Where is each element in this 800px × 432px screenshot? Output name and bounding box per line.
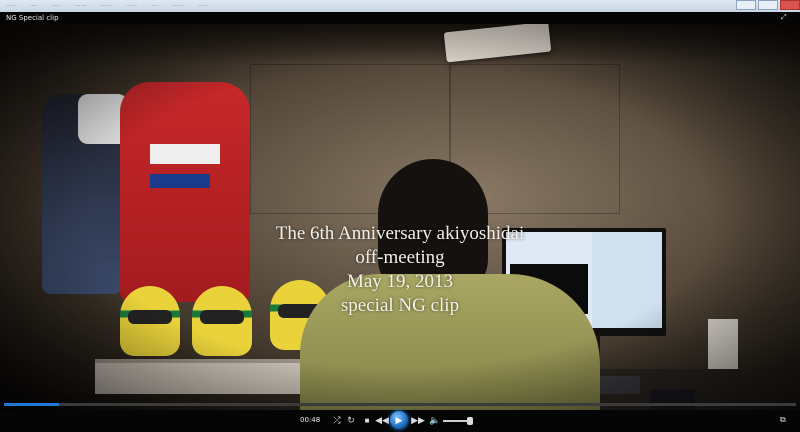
volume-handle[interactable] [467,417,473,425]
bg-menu-item: ······ [100,2,112,10]
stop-icon[interactable]: ■ [360,414,374,427]
bg-menu-item: ···· [29,2,38,10]
media-player-window: NG Special clip ⤢ The 6th Anniversary ak… [0,12,800,432]
bg-menu-item: ····· [6,2,16,10]
window-title: NG Special clip [6,14,59,22]
bg-menu-item: ····· [198,2,208,10]
volume-icon[interactable]: 🔈 [428,414,442,427]
elapsed-time: 00:48 [300,416,321,424]
background-app-menubar: ····· ···· ····· ······ ······ ······ ··… [0,0,800,12]
player-titlebar[interactable]: NG Special clip ⤢ [0,12,800,24]
caption-line: May 19, 2013 [346,271,454,292]
caption-line: off-meeting [355,247,445,268]
repeat-icon[interactable]: ↻ [344,414,358,427]
next-icon[interactable]: ▶▶ [411,414,425,427]
caption-line: special NG clip [340,295,460,316]
caption-line: The 6th Anniversary akiyoshidai [275,223,525,244]
bg-minimize-button [736,0,756,10]
switch-view-icon[interactable]: ⧉ [780,415,790,425]
volume-slider[interactable] [443,417,473,425]
shuffle-icon[interactable]: ⤮ [330,414,344,427]
bg-maximize-button [758,0,778,10]
video-caption: The 6th Anniversary akiyoshidai off-meet… [210,222,590,318]
video-area[interactable]: The 6th Anniversary akiyoshidai off-meet… [0,24,800,410]
scene-vignette [0,24,800,410]
bg-menu-item: ····· [51,2,61,10]
seek-bar[interactable] [4,403,796,406]
playback-controls: 00:48 ⤮ ↻ ■ ◀◀ ▶ ▶▶ 🔈 ⧉ [0,403,800,432]
fullscreen-icon[interactable]: ⤢ [781,14,790,22]
background-window-controls [734,0,800,10]
previous-icon[interactable]: ◀◀ [375,414,389,427]
volume-level [443,420,470,422]
bg-menu-item: ···· [151,2,159,10]
bg-close-button [780,0,800,10]
bg-menu-item: ······ [125,2,138,10]
bg-menu-item: ······ [172,2,185,10]
bg-menu-item: ······ [74,2,87,10]
seek-progress [4,403,60,406]
play-icon[interactable]: ▶ [390,411,408,429]
